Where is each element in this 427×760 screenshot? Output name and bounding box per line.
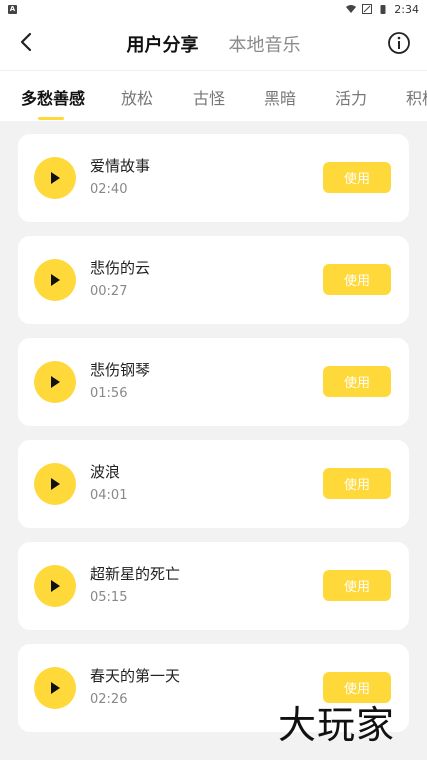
track-title: 悲伤钢琴 — [90, 361, 151, 379]
list-item[interactable]: 悲伤钢琴 01:56 使用 — [18, 338, 409, 426]
use-button[interactable]: 使用 — [323, 264, 391, 295]
track-duration: 02:26 — [90, 692, 128, 707]
track-duration: 05:15 — [90, 590, 128, 605]
use-button[interactable]: 使用 — [323, 570, 391, 601]
play-button[interactable] — [34, 667, 76, 709]
category-tab-quirky[interactable]: 古怪 — [193, 85, 225, 109]
category-tab-relax[interactable]: 放松 — [121, 85, 153, 109]
info-icon — [388, 32, 410, 54]
header-tabs: 用户分享 本地音乐 — [0, 18, 427, 70]
back-button[interactable] — [14, 30, 38, 54]
use-button[interactable]: 使用 — [323, 468, 391, 499]
active-tab-indicator — [38, 117, 64, 120]
watermark: 大玩家 — [278, 703, 396, 747]
signal-icon — [362, 4, 373, 14]
category-tab-dark[interactable]: 黑暗 — [264, 85, 296, 109]
notification-icon: A — [8, 4, 17, 14]
play-icon — [51, 274, 60, 286]
play-icon — [51, 172, 60, 184]
wifi-icon — [346, 5, 357, 13]
track-duration: 01:56 — [90, 386, 128, 401]
header: 用户分享 本地音乐 — [0, 18, 427, 70]
category-tab-energetic[interactable]: 活力 — [335, 85, 367, 109]
list-item[interactable]: 悲伤的云 00:27 使用 — [18, 236, 409, 324]
track-title: 春天的第一天 — [90, 667, 181, 685]
info-button[interactable] — [387, 31, 411, 55]
status-time: 2:34 — [394, 2, 419, 16]
use-button[interactable]: 使用 — [323, 366, 391, 397]
category-tabs: 多愁善感 放松 古怪 黑暗 活力 积极 — [0, 70, 427, 121]
back-arrow-icon — [20, 32, 32, 52]
play-icon — [51, 682, 60, 694]
play-icon — [51, 376, 60, 388]
track-title: 爱情故事 — [90, 157, 151, 175]
track-title: 悲伤的云 — [90, 259, 151, 277]
use-button[interactable]: 使用 — [323, 162, 391, 193]
track-duration: 00:27 — [90, 284, 128, 299]
track-title: 波浪 — [90, 463, 121, 481]
play-button[interactable] — [34, 565, 76, 607]
tab-local-music[interactable]: 本地音乐 — [229, 31, 301, 57]
status-bar: A 2:34 — [0, 0, 427, 18]
play-button[interactable] — [34, 463, 76, 505]
track-duration: 04:01 — [90, 488, 128, 503]
play-button[interactable] — [34, 361, 76, 403]
category-tab-sentimental[interactable]: 多愁善感 — [21, 85, 85, 109]
track-title: 超新星的死亡 — [90, 565, 181, 583]
play-button[interactable] — [34, 259, 76, 301]
status-icons: 2:34 — [346, 3, 419, 16]
play-icon — [51, 580, 60, 592]
list-item[interactable]: 超新星的死亡 05:15 使用 — [18, 542, 409, 630]
play-button[interactable] — [34, 157, 76, 199]
list-item[interactable]: 波浪 04:01 使用 — [18, 440, 409, 528]
list-item[interactable]: 爱情故事 02:40 使用 — [18, 134, 409, 222]
category-tab-positive[interactable]: 积极 — [406, 85, 427, 109]
tab-user-share[interactable]: 用户分享 — [127, 31, 199, 57]
play-icon — [51, 478, 60, 490]
battery-icon — [380, 5, 386, 14]
track-duration: 02:40 — [90, 182, 128, 197]
